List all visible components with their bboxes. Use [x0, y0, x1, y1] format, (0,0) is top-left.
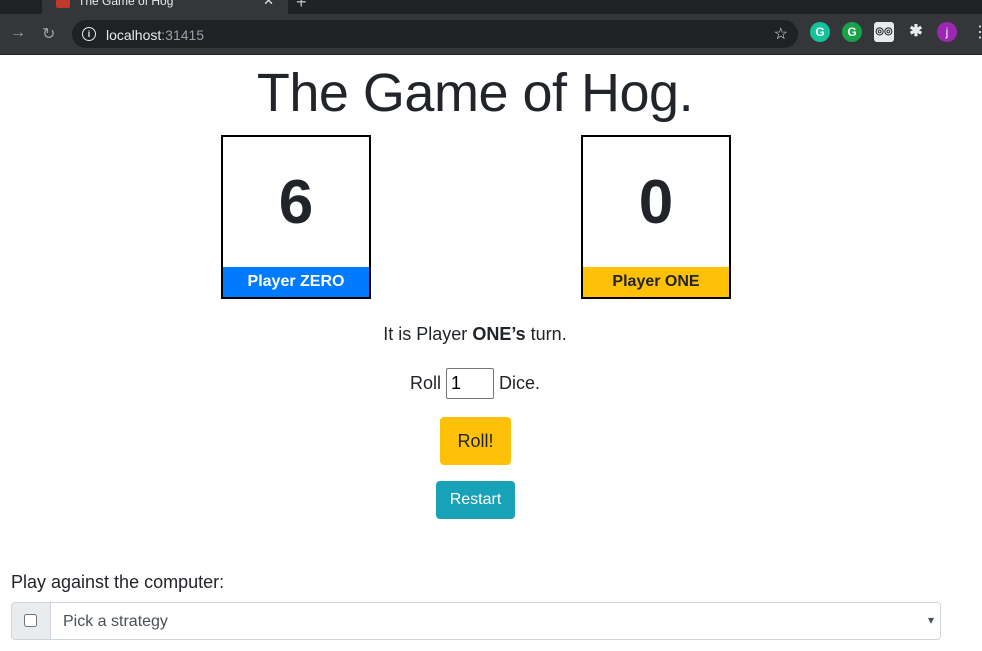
- grammarly-go-extension-icon[interactable]: G: [842, 22, 862, 42]
- turn-prefix: It is Player: [383, 324, 473, 344]
- browser-tabstrip: The Game of Hog ✕ +: [0, 0, 982, 14]
- turn-suffix: turn.: [525, 324, 567, 344]
- title-bold: Hog: [581, 63, 679, 123]
- favicon-icon: [56, 0, 70, 8]
- player-zero-card: 6 Player ZERO: [221, 135, 371, 299]
- avatar[interactable]: j: [937, 22, 957, 42]
- title-light: The Game of: [256, 63, 582, 123]
- url-port: :31415: [161, 27, 205, 43]
- url-host: localhost: [106, 27, 162, 43]
- dice-count-input[interactable]: [446, 367, 494, 399]
- computer-toggle-wrap: [12, 603, 51, 639]
- address-bar[interactable]: i localhost:31415 ☆: [72, 20, 798, 48]
- roll-suffix: Dice.: [499, 372, 541, 393]
- star-icon[interactable]: ☆: [774, 24, 788, 44]
- new-tab-icon[interactable]: +: [296, 0, 307, 13]
- glasses-extension-icon[interactable]: ◎◎: [874, 22, 894, 42]
- turn-indicator: It is Player ONE’s turn.: [0, 324, 950, 345]
- browser-tab[interactable]: The Game of Hog ✕: [42, 0, 288, 14]
- computer-toggle-checkbox[interactable]: [24, 614, 37, 627]
- player-one-card: 0 Player ONE: [581, 135, 731, 299]
- player-one-label: Player ONE: [583, 267, 729, 297]
- tab-title: The Game of Hog: [78, 0, 174, 8]
- reload-icon[interactable]: ↻: [42, 24, 55, 44]
- close-icon[interactable]: ✕: [263, 0, 274, 9]
- restart-button[interactable]: Restart: [436, 481, 515, 519]
- roll-row: Roll Dice.: [0, 365, 950, 401]
- roll-button[interactable]: Roll!: [440, 417, 511, 465]
- page-title: The Game of Hog.: [0, 62, 950, 124]
- roll-prefix: Roll: [409, 372, 441, 393]
- player-zero-score: 6: [278, 168, 314, 237]
- strategy-input-group: Pick a strategy ▾: [11, 602, 941, 640]
- turn-player: ONE’s: [472, 324, 526, 344]
- forward-arrow-icon[interactable]: →: [10, 24, 26, 42]
- player-one-score: 0: [638, 168, 674, 237]
- player-zero-label: Player ZERO: [223, 267, 369, 297]
- window-controls[interactable]: [0, 0, 24, 14]
- more-menu-icon[interactable]: ⋮: [972, 22, 982, 42]
- url-text: localhost:31415: [106, 27, 204, 43]
- browser-toolbar: → ↻ i localhost:31415 ☆ G G ◎◎ ✱ j ⋮: [0, 14, 982, 55]
- computer-play-label: Play against the computer:: [11, 572, 225, 592]
- title-suffix: .: [678, 63, 694, 123]
- puzzle-icon[interactable]: ✱: [906, 22, 926, 42]
- grammarly-extension-icon[interactable]: G: [810, 22, 830, 42]
- strategy-select[interactable]: Pick a strategy: [51, 603, 940, 639]
- info-icon[interactable]: i: [82, 27, 96, 41]
